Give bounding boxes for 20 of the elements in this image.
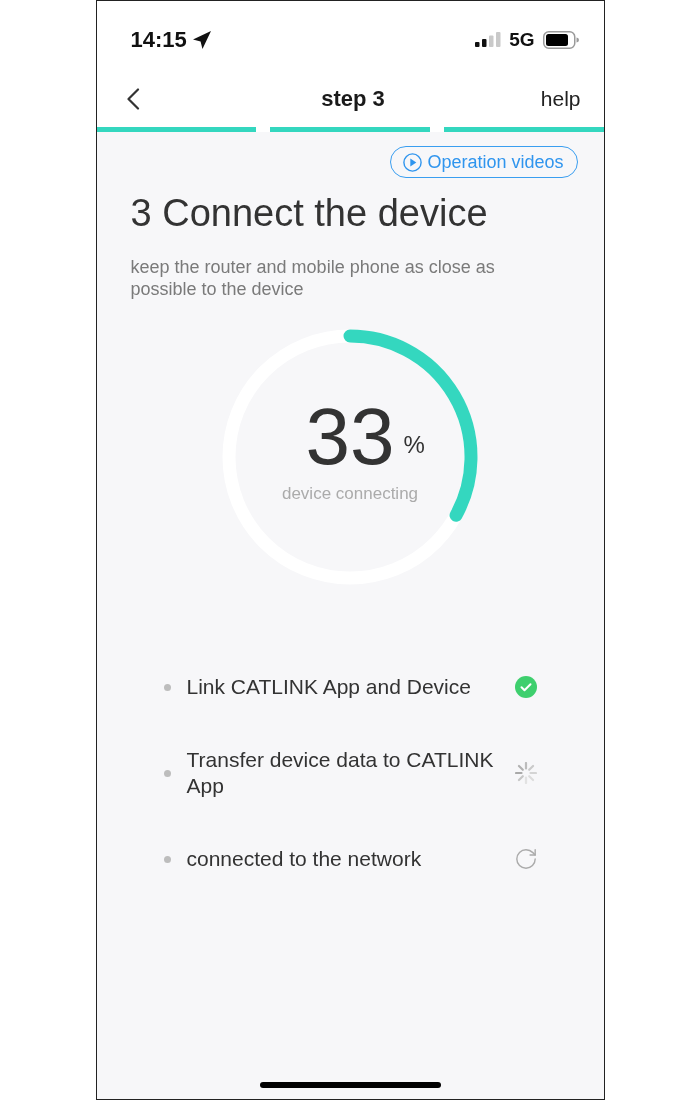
progress-caption: device connecting [281,484,419,504]
network-label: 5G [509,30,535,49]
page-heading: 3 Connect the device [130,192,488,234]
progress-percent-value: 33 [305,397,395,477]
bullet-icon [163,855,171,863]
signal-bars-icon [475,32,502,47]
step-label: connected to the network [186,846,423,872]
location-arrow-icon [192,30,211,49]
step-label: Link CATLINK App and Device [186,674,472,700]
hint-text: keep the router and mobile phone as close as possible to the device [130,256,496,300]
percent-unit: % [403,433,426,457]
screen-title: step 3 [321,87,385,110]
bullet-icon [163,683,171,691]
bullet-icon [163,769,171,777]
help-link[interactable]: help [540,88,581,109]
play-circle-icon [403,152,423,172]
back-icon[interactable] [125,87,140,110]
battery-icon [542,30,579,49]
status-time: 14:15 [130,28,187,51]
step-label: Transfer device data to CATLINK App [186,747,495,799]
